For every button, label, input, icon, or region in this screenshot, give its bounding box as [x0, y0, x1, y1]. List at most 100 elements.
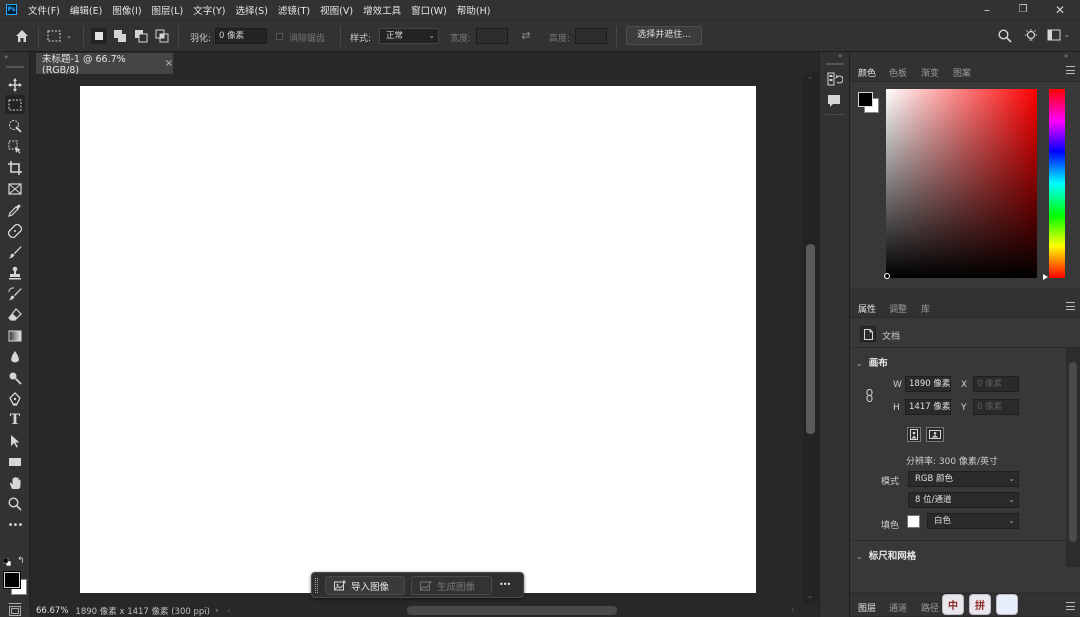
search-icon[interactable] [998, 29, 1012, 46]
menu-image[interactable]: 图像(I) [112, 3, 141, 17]
portrait-orientation-icon[interactable] [907, 427, 921, 442]
menu-window[interactable]: 窗口(W) [411, 3, 447, 17]
path-selection-tool-icon[interactable] [5, 431, 25, 450]
eyedropper-tool-icon[interactable] [5, 200, 25, 219]
hue-slider-handle-icon[interactable] [1043, 274, 1048, 280]
zoom-level[interactable]: 66.67% [36, 606, 68, 616]
properties-vertical-scrollbar[interactable] [1066, 347, 1080, 567]
panel-grip[interactable] [6, 66, 24, 68]
tab-channels[interactable]: 通道 [889, 601, 907, 614]
minimize-button[interactable]: – [969, 0, 1005, 19]
fill-select[interactable]: 白色 ⌄ [927, 513, 1019, 529]
zoom-tool-icon[interactable] [5, 494, 25, 513]
hand-tool-icon[interactable] [5, 473, 25, 492]
color-field[interactable] [886, 89, 1037, 278]
gradient-tool-icon[interactable] [5, 326, 25, 345]
fill-color-swatch[interactable] [907, 515, 920, 528]
height-input[interactable] [575, 28, 607, 44]
tab-color[interactable]: 颜色 [858, 66, 876, 79]
width-input[interactable] [476, 28, 508, 44]
intersect-selection-button[interactable] [154, 28, 170, 44]
hscroll-right-icon[interactable]: › [791, 605, 794, 614]
new-selection-button[interactable] [91, 28, 107, 44]
object-select-box-tool-icon[interactable] [5, 137, 25, 156]
properties-scroll-thumb[interactable] [1069, 362, 1077, 542]
brush-tool-icon[interactable] [5, 242, 25, 261]
canvas-height-input[interactable]: 1417 像素 [905, 399, 951, 415]
color-panel-menu-icon[interactable] [1066, 66, 1075, 74]
select-and-mask-button[interactable]: 选择并遮住... [626, 26, 702, 45]
crop-tool-icon[interactable] [5, 158, 25, 177]
home-icon[interactable] [12, 27, 32, 45]
collapse-chevron-icon[interactable]: « [838, 52, 842, 60]
ime-pinyin-icon[interactable]: 拼 [969, 594, 991, 615]
menu-view[interactable]: 视图(V) [320, 3, 353, 17]
menu-type[interactable]: 文字(Y) [193, 3, 225, 17]
swap-width-height-icon[interactable]: ⇄ [518, 29, 534, 43]
style-select[interactable]: 正常 ⌄ [379, 28, 439, 44]
scroll-down-icon[interactable]: ⌄ [807, 592, 813, 600]
blur-tool-icon[interactable] [5, 347, 25, 366]
document-info-arrow-icon[interactable]: › [215, 606, 218, 616]
ime-keyboard-icon[interactable] [996, 594, 1018, 615]
menu-filter[interactable]: 滤镜(T) [278, 3, 310, 17]
close-tab-icon[interactable]: × [165, 58, 173, 69]
clone-stamp-tool-icon[interactable] [5, 263, 25, 282]
default-colors-icon[interactable] [2, 557, 12, 567]
canvas-y-input[interactable]: 0 像素 [973, 399, 1019, 415]
document-canvas[interactable] [80, 86, 756, 593]
add-selection-button[interactable] [112, 28, 128, 44]
menu-file[interactable]: 文件(F) [28, 3, 60, 17]
tab-patterns[interactable]: 图案 [953, 66, 971, 79]
menu-layer[interactable]: 图层(L) [152, 3, 184, 17]
close-window-button[interactable]: ✕ [1042, 0, 1078, 19]
history-brush-tool-icon[interactable] [5, 284, 25, 303]
menu-edit[interactable]: 编辑(E) [70, 3, 102, 17]
more-tools-icon[interactable]: ••• [5, 516, 25, 535]
rulers-grids-section-header[interactable]: ⌄ 标尺和网格 [856, 548, 916, 562]
eraser-tool-icon[interactable] [5, 305, 25, 324]
feather-input[interactable]: 0 像素 [215, 28, 267, 44]
canvas-width-input[interactable]: 1890 像素 [905, 376, 951, 392]
link-dimensions-icon[interactable] [866, 388, 873, 405]
collapse-chevron-icon[interactable]: » [4, 53, 8, 61]
ime-chinese-mode-icon[interactable]: 中 [942, 594, 964, 615]
canvas-section-header[interactable]: ⌄ 画布 [856, 355, 888, 369]
dodge-tool-icon[interactable] [5, 368, 25, 387]
tab-libraries[interactable]: 库 [921, 302, 930, 315]
hscroll-left-icon[interactable]: ‹ [227, 606, 230, 615]
task-bar-grip[interactable] [315, 578, 318, 593]
tab-properties[interactable]: 属性 [858, 302, 876, 315]
canvas-vertical-scrollbar[interactable]: ⌃ ⌄ [803, 74, 818, 604]
pen-tool-icon[interactable] [5, 389, 25, 408]
panel-grip[interactable] [826, 63, 844, 65]
tab-paths[interactable]: 路径 [921, 601, 939, 614]
swap-colors-icon[interactable]: ↰ [17, 556, 25, 566]
generate-image-button[interactable]: 生成图像 [411, 576, 492, 595]
move-tool-icon[interactable] [5, 75, 25, 94]
object-selection-tool-icon[interactable] [5, 116, 25, 135]
document-tab[interactable]: 未标题-1 @ 66.7%(RGB/8) × [36, 53, 173, 76]
menu-plugins[interactable]: 增效工具 [363, 3, 401, 17]
menu-help[interactable]: 帮助(H) [457, 3, 491, 17]
layers-panel-menu-icon[interactable] [1066, 602, 1075, 610]
lightbulb-icon[interactable] [1023, 28, 1039, 47]
canvas-area[interactable] [31, 74, 803, 604]
collapse-chevron-icon[interactable]: » [1064, 52, 1068, 60]
tab-swatches[interactable]: 色板 [889, 66, 907, 79]
color-mode-select[interactable]: RGB 颜色 ⌄ [908, 471, 1019, 487]
more-options-icon[interactable]: ••• [499, 580, 511, 589]
hue-slider[interactable] [1049, 89, 1065, 278]
color-foreground-swatch[interactable] [858, 92, 873, 107]
rectangle-tool-icon[interactable] [5, 452, 25, 471]
history-panel-icon[interactable] [827, 72, 844, 89]
import-image-button[interactable]: 导入图像 [325, 576, 405, 595]
tab-layers[interactable]: 图层 [858, 601, 876, 614]
type-tool-icon[interactable]: T [5, 410, 25, 429]
color-field-picker[interactable] [884, 273, 890, 279]
restore-button[interactable]: ❐ [1005, 0, 1041, 19]
marquee-preset-picker[interactable]: ⌄ [47, 28, 75, 44]
properties-panel-menu-icon[interactable] [1066, 302, 1075, 310]
comments-panel-icon[interactable] [827, 94, 841, 111]
bit-depth-select[interactable]: 8 位/通道 ⌄ [908, 492, 1019, 508]
